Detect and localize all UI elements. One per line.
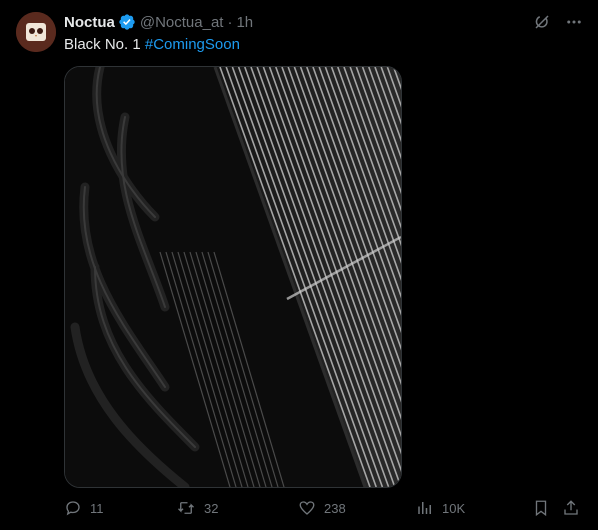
top-actions <box>532 12 584 32</box>
retweet-button[interactable]: 32 <box>176 496 218 520</box>
tweet-text: Black No. 1 #ComingSoon <box>64 35 240 55</box>
more-button[interactable] <box>564 12 584 32</box>
hashtag-link[interactable]: #ComingSoon <box>145 36 240 53</box>
tweet-header: Noctua @Noctua_at · 1h <box>64 12 253 32</box>
share-icon <box>564 500 578 515</box>
like-button[interactable]: 238 <box>298 496 346 520</box>
bookmark-button[interactable] <box>532 496 558 520</box>
more-icon <box>567 20 581 24</box>
views-icon <box>418 502 431 514</box>
avatar[interactable] <box>16 12 56 52</box>
grok-button[interactable] <box>532 12 552 32</box>
reply-count: 11 <box>90 500 104 516</box>
cooler-photo <box>65 67 401 487</box>
share-button[interactable] <box>562 496 588 520</box>
noctua-logo-icon <box>16 12 56 52</box>
timestamp[interactable]: 1h <box>236 14 253 31</box>
author-handle[interactable]: @Noctua_at <box>140 14 224 31</box>
grok-icon <box>535 15 549 29</box>
views-count: 10K <box>442 500 466 516</box>
reply-button[interactable]: 11 <box>64 496 104 520</box>
like-count: 238 <box>324 500 346 516</box>
tweet-text-main: Black No. 1 <box>64 36 145 53</box>
separator-dot: · <box>227 13 233 31</box>
retweet-count: 32 <box>204 500 219 516</box>
tweet[interactable]: Noctua @Noctua_at · 1h Black No. 1 #Comi… <box>0 0 598 530</box>
tweet-media[interactable] <box>64 66 402 488</box>
retweet-icon <box>178 502 194 514</box>
views-button[interactable]: 10K <box>416 496 465 520</box>
verified-badge-icon <box>119 14 135 30</box>
bookmark-icon <box>535 500 547 517</box>
author-name[interactable]: Noctua <box>64 14 115 31</box>
tweet-actions: 11 32 238 10K <box>64 496 590 520</box>
like-icon <box>299 501 315 515</box>
reply-icon <box>66 501 80 516</box>
